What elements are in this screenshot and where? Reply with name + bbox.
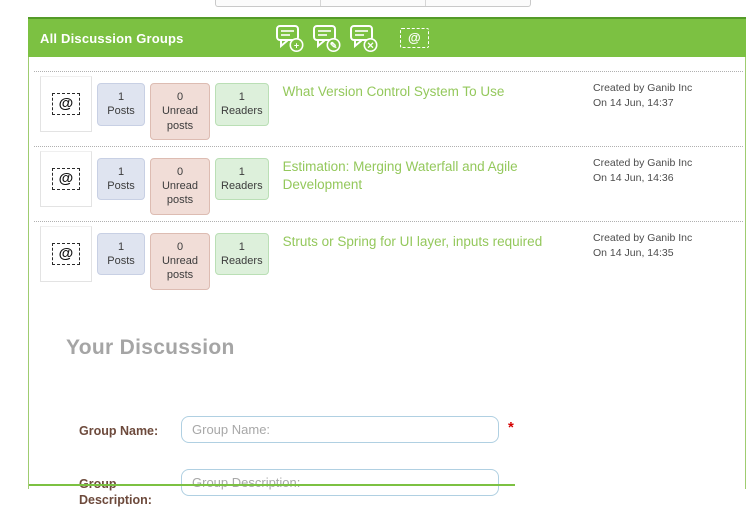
- readers-count: 1: [221, 165, 263, 179]
- panel-toolbar: + ✎: [275, 19, 429, 57]
- discussion-group-row[interactable]: @ 1 Posts 0 Unread posts 1 Readers Estim…: [34, 146, 743, 221]
- field-input[interactable]: [181, 469, 499, 496]
- unread-label: Unread posts: [162, 180, 198, 206]
- top-tab-3[interactable]: [425, 0, 530, 6]
- top-tab-1[interactable]: [216, 0, 320, 6]
- created-on-text: On 14 Jun, 14:37: [593, 97, 674, 109]
- field-label: Group Description:: [79, 469, 181, 508]
- svg-text:✕: ✕: [367, 40, 375, 50]
- discussion-group-row[interactable]: @ 1 Posts 0 Unread posts 1 Readers Strut…: [34, 221, 743, 296]
- add-discussion-icon[interactable]: +: [275, 24, 305, 52]
- posts-label: Posts: [107, 105, 135, 117]
- group-title-link[interactable]: What Version Control System To Use: [283, 84, 505, 99]
- unread-posts-badge: 0 Unread posts: [150, 83, 210, 140]
- at-icon: @: [52, 93, 81, 115]
- group-created-info: Created by Ganib Inc On 14 Jun, 14:36: [593, 151, 743, 186]
- svg-text:+: +: [294, 40, 299, 50]
- created-by-text: Created by Ganib Inc: [593, 232, 692, 244]
- next-section-top-edge: [29, 484, 515, 486]
- readers-count: 1: [221, 240, 263, 254]
- group-created-info: Created by Ganib Inc On 14 Jun, 14:37: [593, 76, 743, 111]
- form-row: Group Name: *: [79, 416, 745, 443]
- created-by-text: Created by Ganib Inc: [593, 157, 692, 169]
- unread-label: Unread posts: [162, 105, 198, 131]
- posts-badge: 1 Posts: [97, 233, 145, 276]
- posts-label: Posts: [107, 255, 135, 267]
- readers-count: 1: [221, 90, 263, 104]
- group-at-box: @: [40, 151, 92, 207]
- field-label: Group Name:: [79, 416, 181, 439]
- posts-count: 1: [103, 90, 139, 104]
- posts-badge: 1 Posts: [97, 83, 145, 126]
- group-created-info: Created by Ganib Inc On 14 Jun, 14:35: [593, 226, 743, 261]
- panel-title: All Discussion Groups: [28, 31, 184, 46]
- at-icon: @: [52, 168, 81, 190]
- discussion-groups-panel: All Discussion Groups +: [28, 17, 746, 489]
- readers-label: Readers: [221, 180, 263, 192]
- top-tab-2[interactable]: [320, 0, 425, 6]
- group-at-box: @: [40, 76, 92, 132]
- created-by-text: Created by Ganib Inc: [593, 82, 692, 94]
- group-title-wrap: Estimation: Merging Waterfall and Agile …: [283, 151, 593, 194]
- edit-discussion-icon[interactable]: ✎: [312, 24, 342, 52]
- unread-posts-badge: 0 Unread posts: [150, 233, 210, 290]
- svg-text:✎: ✎: [330, 40, 338, 50]
- posts-badge: 1 Posts: [97, 158, 145, 201]
- discussion-group-row[interactable]: @ 1 Posts 0 Unread posts 1 Readers What …: [34, 71, 743, 146]
- readers-label: Readers: [221, 255, 263, 267]
- unread-count: 0: [156, 240, 204, 254]
- group-title-link[interactable]: Struts or Spring for UI layer, inputs re…: [283, 234, 543, 249]
- created-on-text: On 14 Jun, 14:35: [593, 247, 674, 259]
- mention-icon[interactable]: @: [400, 28, 429, 48]
- unread-posts-badge: 0 Unread posts: [150, 158, 210, 215]
- delete-discussion-icon[interactable]: ✕: [349, 24, 379, 52]
- group-title-link[interactable]: Estimation: Merging Waterfall and Agile …: [283, 159, 518, 192]
- unread-count: 0: [156, 90, 204, 104]
- posts-count: 1: [103, 240, 139, 254]
- field-input[interactable]: [181, 416, 499, 443]
- readers-badge: 1 Readers: [215, 233, 269, 276]
- posts-label: Posts: [107, 180, 135, 192]
- required-asterisk: *: [508, 416, 514, 436]
- discussion-groups-list: @ 1 Posts 0 Unread posts 1 Readers What …: [34, 71, 743, 296]
- created-on-text: On 14 Jun, 14:36: [593, 172, 674, 184]
- panel-header: All Discussion Groups +: [28, 17, 746, 57]
- unread-count: 0: [156, 165, 204, 179]
- readers-badge: 1 Readers: [215, 83, 269, 126]
- group-at-box: @: [40, 226, 92, 282]
- posts-count: 1: [103, 165, 139, 179]
- form-row: Group Description: *: [79, 469, 745, 508]
- group-title-wrap: What Version Control System To Use: [283, 76, 593, 101]
- group-title-wrap: Struts or Spring for UI layer, inputs re…: [283, 226, 593, 251]
- readers-label: Readers: [221, 105, 263, 117]
- top-tabs-fragment: [215, 0, 531, 7]
- readers-badge: 1 Readers: [215, 158, 269, 201]
- at-icon: @: [52, 243, 81, 265]
- unread-label: Unread posts: [162, 255, 198, 281]
- your-discussion-heading: Your Discussion: [66, 336, 745, 360]
